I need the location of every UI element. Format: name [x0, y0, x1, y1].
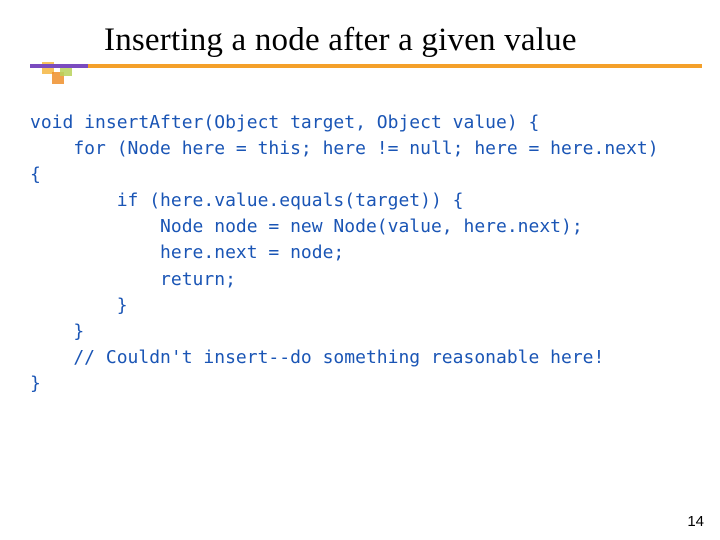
- slide-title-row: Inserting a node after a given value: [0, 22, 720, 59]
- underline-main-icon: [88, 64, 702, 68]
- page-number: 14: [687, 513, 704, 530]
- slide: Inserting a node after a given value voi…: [0, 0, 720, 540]
- code-line: // Couldn't insert--do something reasona…: [30, 347, 604, 368]
- code-line: return;: [30, 269, 236, 290]
- slide-title: Inserting a node after a given value: [0, 22, 720, 59]
- code-line: Node node = new Node(value, here.next);: [30, 216, 583, 237]
- underline-accent-icon: [30, 64, 88, 68]
- code-line: }: [30, 295, 128, 316]
- code-block: void insertAfter(Object target, Object v…: [30, 110, 700, 397]
- code-line: }: [30, 321, 84, 342]
- code-line: if (here.value.equals(target)) {: [30, 190, 463, 211]
- code-line: }: [30, 373, 41, 394]
- code-line: {: [30, 164, 41, 185]
- title-underline: [30, 64, 702, 68]
- code-line: void insertAfter(Object target, Object v…: [30, 112, 539, 133]
- code-line: for (Node here = this; here != null; her…: [30, 138, 659, 159]
- code-line: here.next = node;: [30, 242, 344, 263]
